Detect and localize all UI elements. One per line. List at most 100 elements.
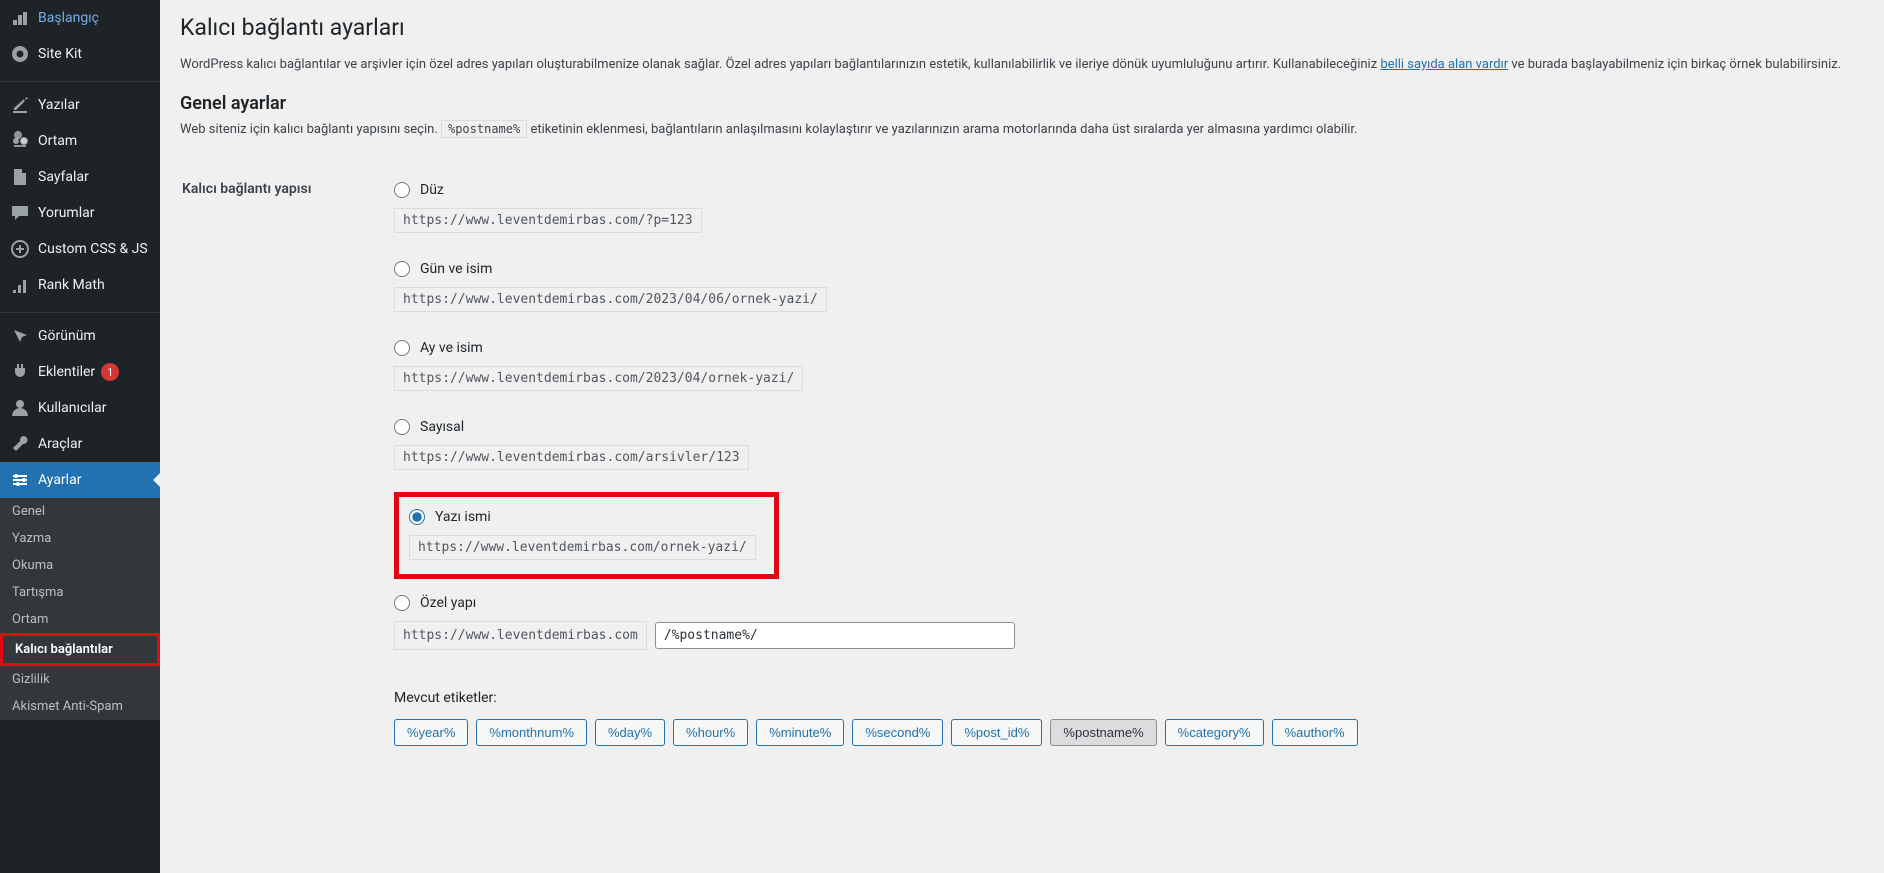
intro-paragraph: WordPress kalıcı bağlantılar ve arşivler…: [180, 55, 1864, 75]
submenu-item-akismet[interactable]: Akismet Anti-Spam: [0, 693, 160, 720]
sidebar-item-posts[interactable]: Yazılar: [0, 87, 160, 123]
pages-icon: [10, 167, 30, 187]
submenu-item-writing[interactable]: Yazma: [0, 525, 160, 552]
users-icon: [10, 398, 30, 418]
sidebar-item-sitekit[interactable]: Site Kit: [0, 36, 160, 72]
sidebar-item-label: Rank Math: [38, 277, 105, 293]
permalink-radio-label-custom[interactable]: Özel yapı: [394, 595, 1852, 611]
sidebar-item-plugins[interactable]: Eklentiler 1: [0, 354, 160, 390]
submenu-item-media[interactable]: Ortam: [0, 606, 160, 633]
permalink-example-code: https://www.leventdemirbas.com/ornek-yaz…: [409, 535, 756, 560]
sidebar-item-settings[interactable]: Ayarlar: [0, 462, 160, 498]
permalink-radio-postname[interactable]: [409, 509, 425, 525]
permalink-option-label: Ay ve isim: [420, 340, 483, 356]
tag-button-post_id[interactable]: %post_id%: [951, 719, 1042, 746]
sidebar-item-label: Ortam: [38, 133, 77, 149]
permalink-radio-label-postname[interactable]: Yazı ismi: [409, 509, 756, 525]
permalink-example-code: https://www.leventdemirbas.com/2023/04/0…: [394, 287, 827, 312]
tag-button-year[interactable]: %year%: [394, 719, 468, 746]
intro-text-after: ve burada başlayabilmeniz için birkaç ör…: [1508, 57, 1841, 72]
permalink-radio-numeric[interactable]: [394, 419, 410, 435]
media-icon: [10, 131, 30, 151]
tag-button-day[interactable]: %day%: [595, 719, 665, 746]
sidebar-item-label: Eklentiler: [38, 364, 95, 380]
tag-button-second[interactable]: %second%: [852, 719, 943, 746]
postname-code: %postname%: [441, 120, 527, 138]
permalink-option-monthname: Ay ve isim https://www.leventdemirbas.com…: [394, 334, 1852, 405]
submenu-item-discussion[interactable]: Tartışma: [0, 579, 160, 606]
plugins-icon: [10, 362, 30, 382]
main-content: Kalıcı bağlantı ayarları WordPress kalıc…: [160, 0, 1884, 873]
sidebar-item-dashboard[interactable]: Başlangıç: [0, 0, 160, 36]
page-title: Kalıcı bağlantı ayarları: [180, 14, 1864, 41]
submenu-item-privacy[interactable]: Gizlilik: [0, 666, 160, 693]
permalink-radio-custom[interactable]: [394, 595, 410, 611]
permalink-example: https://www.leventdemirbas.com/ornek-yaz…: [409, 535, 756, 560]
tag-button-author[interactable]: %author%: [1272, 719, 1358, 746]
permalink-example-code: https://www.leventdemirbas.com/?p=123: [394, 208, 702, 233]
permalink-form-table: Kalıcı bağlantı yapısı Düzhttps://www.le…: [180, 159, 1864, 763]
sidebar-item-label: Custom CSS & JS: [38, 241, 148, 257]
comments-icon: [10, 203, 30, 223]
sidebar-item-users[interactable]: Kullanıcılar: [0, 390, 160, 426]
permalink-option-custom: Özel yapı https://www.leventdemirbas.com: [394, 589, 1852, 664]
available-tags-label: Mevcut etiketler:: [394, 688, 1852, 709]
sidebar-item-label: Sayfalar: [38, 169, 89, 185]
customcss-icon: [10, 239, 30, 259]
sidebar-item-label: Ayarlar: [38, 472, 81, 488]
sidebar-item-label: Yazılar: [38, 97, 80, 113]
rankmath-icon: [10, 275, 30, 295]
sidebar-item-rankmath[interactable]: Rank Math: [0, 267, 160, 303]
sidebar-item-tools[interactable]: Araçlar: [0, 426, 160, 462]
current-arrow-icon: [153, 472, 161, 488]
permalink-radio-dayname[interactable]: [394, 261, 410, 277]
permalink-radio-label-monthname[interactable]: Ay ve isim: [394, 340, 1852, 356]
sidebar-item-comments[interactable]: Yorumlar: [0, 195, 160, 231]
custom-structure-input[interactable]: [655, 622, 1015, 649]
custom-prefix-code: https://www.leventdemirbas.com: [394, 621, 647, 650]
intro-text-before: WordPress kalıcı bağlantılar ve arşivler…: [180, 57, 1380, 72]
tag-button-minute[interactable]: %minute%: [756, 719, 844, 746]
sidebar-item-label: Başlangıç: [38, 10, 99, 26]
sidebar-item-pages[interactable]: Sayfalar: [0, 159, 160, 195]
sidebar-item-appearance[interactable]: Görünüm: [0, 318, 160, 354]
submenu-item-reading[interactable]: Okuma: [0, 552, 160, 579]
common-settings-heading: Genel ayarlar: [180, 93, 1864, 114]
sidebar-item-label: Araçlar: [38, 436, 82, 452]
dashboard-icon: [10, 8, 30, 28]
permalink-option-plain: Düz https://www.leventdemirbas.com/?p=123: [394, 176, 1852, 247]
tools-icon: [10, 434, 30, 454]
permalink-option-postname: Yazı ismi https://www.leventdemirbas.com/…: [394, 492, 779, 579]
permalink-example: https://www.leventdemirbas.com/?p=123: [394, 208, 1852, 233]
tag-button-hour[interactable]: %hour%: [673, 719, 748, 746]
submenu-item-general[interactable]: Genel: [0, 498, 160, 525]
permalink-option-label: Düz: [420, 182, 444, 198]
sidebar-item-label: Görünüm: [38, 328, 96, 344]
tag-button-postname[interactable]: %postname%: [1050, 719, 1156, 746]
sitekit-icon: [10, 44, 30, 64]
update-badge: 1: [101, 363, 119, 381]
permalink-option-numeric: Sayısal https://www.leventdemirbas.com/ar…: [394, 413, 1852, 484]
sidebar-item-label: Kullanıcılar: [38, 400, 107, 416]
permalink-example-code: https://www.leventdemirbas.com/arsivler/…: [394, 445, 749, 470]
common-settings-help: Web siteniz için kalıcı bağlantı yapısın…: [180, 120, 1864, 140]
sidebar-item-media[interactable]: Ortam: [0, 123, 160, 159]
appearance-icon: [10, 326, 30, 346]
permalink-example: https://www.leventdemirbas.com/2023/04/o…: [394, 366, 1852, 391]
sidebar-item-customcss[interactable]: Custom CSS & JS: [0, 231, 160, 267]
tag-button-monthnum[interactable]: %monthnum%: [476, 719, 587, 746]
permalink-radio-label-numeric[interactable]: Sayısal: [394, 419, 1852, 435]
permalink-options: Düz https://www.leventdemirbas.com/?p=123…: [394, 176, 1852, 672]
custom-structure-row: https://www.leventdemirbas.com: [394, 621, 1852, 650]
permalink-radio-plain[interactable]: [394, 182, 410, 198]
submenu-item-permalinks[interactable]: Kalıcı bağlantılar: [0, 633, 160, 666]
settings-icon: [10, 470, 30, 490]
available-tags-link[interactable]: belli sayıda alan vardır: [1380, 57, 1508, 72]
tag-button-category[interactable]: %category%: [1165, 719, 1264, 746]
permalink-example: https://www.leventdemirbas.com/arsivler/…: [394, 445, 1852, 470]
common-help-before: Web siteniz için kalıcı bağlantı yapısın…: [180, 122, 441, 137]
permalink-radio-monthname[interactable]: [394, 340, 410, 356]
permalink-radio-label-plain[interactable]: Düz: [394, 182, 1852, 198]
permalink-example-code: https://www.leventdemirbas.com/2023/04/o…: [394, 366, 803, 391]
permalink-radio-label-dayname[interactable]: Gün ve isim: [394, 261, 1852, 277]
